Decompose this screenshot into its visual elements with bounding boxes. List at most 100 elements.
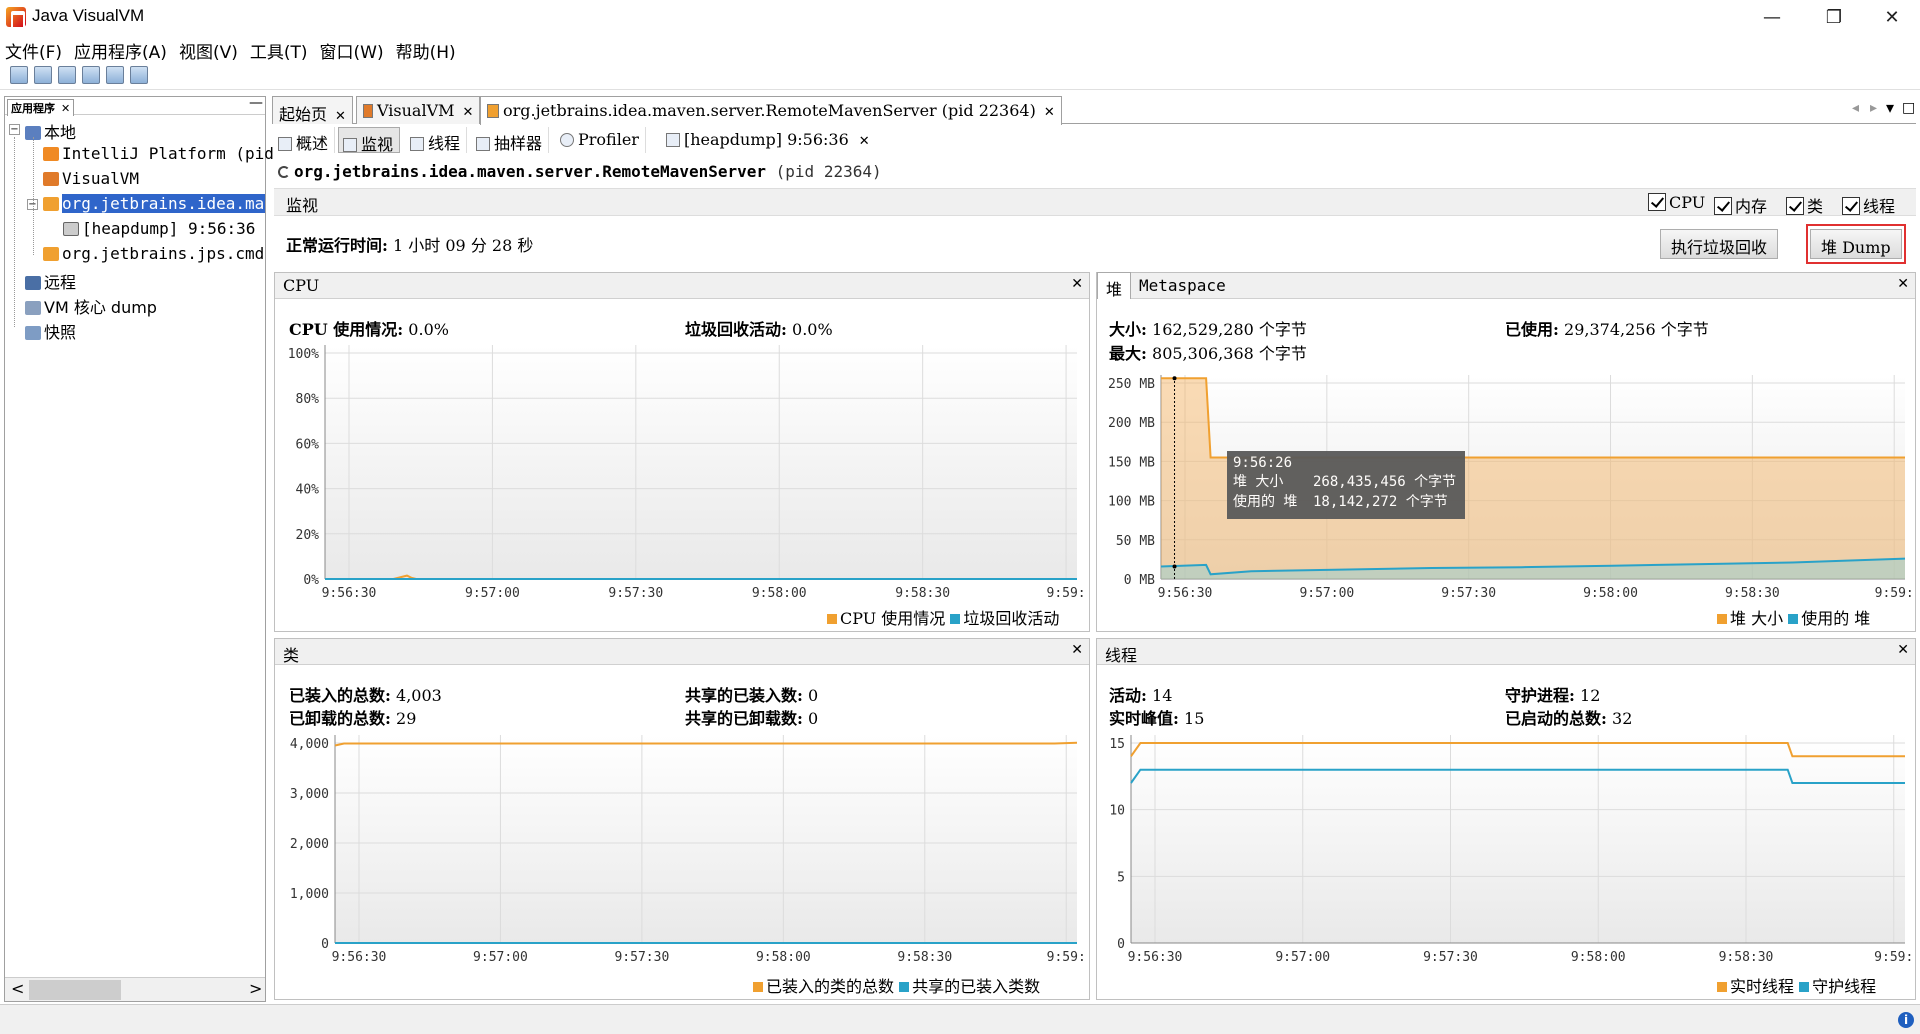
tab-start-page[interactable]: 起始页 ✕ <box>272 96 353 124</box>
menu-bar: 文件(F) 应用程序(A) 视图(V) 工具(T) 窗口(W) 帮助(H) <box>0 34 1920 63</box>
y-tick-label: 0 <box>321 937 329 952</box>
checkbox-cpu[interactable]: CPU <box>1648 193 1705 212</box>
add-remote-host-icon[interactable] <box>82 66 100 84</box>
checkbox-classes[interactable]: 类 <box>1786 193 1823 217</box>
x-tick-label: 9:57:30 <box>1441 586 1496 601</box>
threads-chart: 15 10 5 09:56:30 9:57:00 9:57:30 9:58:00 9:58:3… <box>1109 735 1913 965</box>
applications-panel-header: 应用程序 ✕ — <box>5 95 265 116</box>
checkbox-memory[interactable]: 内存 <box>1714 193 1767 217</box>
monitor-header: 监视 CPU 内存 类 线程 <box>274 188 1916 216</box>
legend-swatch <box>753 982 763 992</box>
tree-item-heapdump[interactable]: [heapdump] 9:56:36 <box>63 219 255 243</box>
monitor-label: 监视 <box>286 196 319 215</box>
scroll-left-icon[interactable]: < <box>11 979 24 998</box>
tree-item-jps[interactable]: org.jetbrains.jps.cmdl: <box>43 244 265 268</box>
menu-tools[interactable]: 工具(T) <box>245 34 315 63</box>
x-tick-label: 9:56:30 <box>332 950 387 965</box>
checkbox-checked-icon <box>1648 193 1666 211</box>
x-tick-label: 9:57:00 <box>465 586 520 601</box>
x-tick-label: 9:58:00 <box>1571 950 1626 965</box>
info-icon[interactable]: i <box>1898 1012 1914 1028</box>
minimize-panel-button[interactable]: — <box>249 95 263 111</box>
menu-application[interactable]: 应用程序(A) <box>69 34 174 63</box>
open-snapshot-icon[interactable] <box>10 66 28 84</box>
close-applications-tab-icon[interactable]: ✕ <box>61 102 70 115</box>
title-bar: Java VisualVM — ❐ ✕ <box>0 0 1920 34</box>
load-snapshot-icon[interactable] <box>130 66 148 84</box>
y-tick-label: 20% <box>296 528 320 543</box>
y-tick-label: 15 <box>1109 737 1125 752</box>
tab-threads[interactable]: 线程 <box>406 127 468 153</box>
menu-window[interactable]: 窗口(W) <box>315 34 391 63</box>
close-tab-icon[interactable]: ✕ <box>859 134 870 149</box>
tree-item-intellij[interactable]: IntelliJ Platform (pid <box>43 144 274 168</box>
x-tick-label: 9:58:00 <box>752 586 807 601</box>
tabs-scroll-left-icon[interactable]: ◂ <box>1852 100 1859 116</box>
tab-visualvm[interactable]: VisualVM ✕ <box>356 96 481 124</box>
tree-item-maven-server[interactable]: org.jetbrains.idea.mave <box>43 194 265 218</box>
add-jmx-connection-icon[interactable] <box>58 66 76 84</box>
save-icon[interactable] <box>34 66 52 84</box>
visualvm-icon <box>363 104 373 118</box>
core-dump-icon <box>25 301 41 315</box>
menu-file[interactable]: 文件(F) <box>0 34 69 63</box>
view-tabs: 概述 监视 线程 抽样器 Profiler [heapdump] 9:56:36… <box>272 127 1916 155</box>
close-tab-icon[interactable]: ✕ <box>463 105 474 120</box>
tab-sampler[interactable]: 抽样器 <box>472 127 550 153</box>
close-tab-icon[interactable]: ✕ <box>335 109 346 124</box>
tabs-scroll-right-icon[interactable]: ▸ <box>1870 100 1877 116</box>
scroll-thumb[interactable] <box>29 980 121 1000</box>
close-window-button[interactable]: ✕ <box>1864 0 1920 34</box>
tree-item-core-dump[interactable]: VM 核心 dump <box>25 294 157 318</box>
close-tab-icon[interactable]: ✕ <box>1044 105 1055 120</box>
x-tick-label: 9:58:30 <box>1719 950 1774 965</box>
tab-profiler[interactable]: Profiler <box>556 127 646 153</box>
tab-heapdump[interactable]: [heapdump] 9:56:36 ✕ <box>662 127 876 153</box>
legend-swatch <box>1717 982 1727 992</box>
threads-panel: 线程 ✕ 活动: 14 实时峰值: 15 守护进程: 12 已启动的总数: 32… <box>1096 638 1916 1000</box>
legend-swatch <box>827 614 837 624</box>
restore-button[interactable]: ❐ <box>1806 0 1862 34</box>
scroll-right-icon[interactable]: > <box>249 979 262 998</box>
x-tick-label: 9:58:30 <box>895 586 950 601</box>
tabs-list-icon[interactable]: ▾ <box>1886 98 1894 117</box>
tab-overview[interactable]: 概述 <box>274 127 336 153</box>
minimize-button[interactable]: — <box>1744 0 1800 34</box>
heapdump-icon <box>666 133 680 147</box>
heap-dump-highlight <box>1806 224 1906 264</box>
plot-area <box>335 735 1077 943</box>
x-tick-label: 9:56:30 <box>322 586 377 601</box>
x-tick-label: 9:56:30 <box>1128 950 1183 965</box>
threads-legend: 实时线程 守护线程 <box>1717 973 1876 997</box>
window-title: Java VisualVM <box>32 6 145 25</box>
document-tabs: 起始页 ✕ VisualVM ✕ org.jetbrains.idea.maven.… <box>272 96 1916 125</box>
perform-gc-button[interactable]: 执行垃圾回收 <box>1660 229 1779 259</box>
cpu-chart: 100% 80% 60% 40% 20% 0%9:56:30 9:57:00 9:57:30 9… <box>288 345 1086 601</box>
classes-panel: 类 ✕ 已装入的总数: 4,003 已卸载的总数: 29 共享的已装入数: 0 … <box>274 638 1090 1000</box>
horizontal-scrollbar[interactable]: < > <box>5 977 265 1001</box>
tab-monitor[interactable]: 监视 <box>338 127 401 154</box>
y-tick-label: 100% <box>288 347 319 362</box>
checkbox-threads[interactable]: 线程 <box>1842 193 1895 217</box>
add-core-dump-icon[interactable] <box>106 66 124 84</box>
collapse-local-icon[interactable]: − <box>9 124 20 135</box>
menu-help[interactable]: 帮助(H) <box>391 34 463 63</box>
checkbox-checked-icon <box>1786 197 1804 215</box>
x-tick-label: 9:58:00 <box>1583 586 1638 601</box>
snapshot-icon <box>25 326 41 340</box>
visualvm-app-icon <box>6 7 26 29</box>
tab-maven-server[interactable]: org.jetbrains.idea.maven.server.RemoteMa… <box>480 96 1062 125</box>
profiler-icon <box>560 133 574 147</box>
tree-item-snapshots[interactable]: 快照 <box>25 319 76 343</box>
tree-item-visualvm[interactable]: VisualVM <box>43 169 139 193</box>
x-tick-label: 9:59: <box>1875 586 1914 601</box>
menu-view[interactable]: 视图(V) <box>174 34 245 63</box>
threads-icon <box>410 137 424 151</box>
applications-tab[interactable]: 应用程序 ✕ <box>7 99 75 116</box>
x-tick-label: 9:57:00 <box>473 950 528 965</box>
tree-item-remote[interactable]: 远程 <box>25 269 76 293</box>
maximize-tab-icon[interactable]: □ <box>1902 100 1915 116</box>
plot-area <box>1131 735 1905 943</box>
y-tick-label: 2,000 <box>290 837 329 852</box>
checkbox-checked-icon <box>1714 197 1732 215</box>
